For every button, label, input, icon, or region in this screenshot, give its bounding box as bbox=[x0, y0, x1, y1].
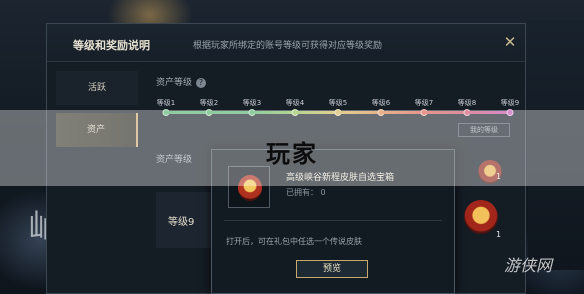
level-tick-label: 等级8 bbox=[457, 99, 477, 107]
reward-chest-icon[interactable] bbox=[464, 200, 498, 234]
dialog-title: 等级和奖励说明 bbox=[73, 39, 150, 52]
item-description: 打开后，可在礼包中任选一个传说皮肤 bbox=[226, 237, 362, 246]
level-tick-label: 等级4 bbox=[285, 99, 305, 107]
preview-button[interactable]: 预览 bbox=[296, 260, 368, 278]
asset-level-heading: 资产等级? bbox=[156, 75, 207, 88]
level-card-label: 等级9 bbox=[168, 217, 195, 228]
level-tick-label: 等级6 bbox=[371, 99, 391, 107]
item-owned-count: 已拥有： 0 bbox=[286, 188, 326, 197]
watermark-banner: 玩家 bbox=[0, 110, 584, 186]
level-tick-label: 等级3 bbox=[242, 99, 262, 107]
level-tick-label: 等级1 bbox=[156, 99, 176, 107]
dialog-header: 等级和奖励说明 根据玩家所绑定的账号等级可获得对应等级奖励 ✕ bbox=[47, 24, 525, 62]
divider bbox=[224, 220, 442, 221]
banner-text: 玩家 bbox=[266, 140, 318, 168]
level-tick-label: 等级5 bbox=[328, 99, 348, 107]
help-icon[interactable]: ? bbox=[196, 77, 207, 88]
tab-active[interactable]: 活跃 bbox=[56, 71, 138, 105]
site-watermark: 游侠网 bbox=[504, 256, 553, 275]
dialog-subtitle: 根据玩家所绑定的账号等级可获得对应等级奖励 bbox=[193, 41, 383, 51]
level-tick-label: 等级2 bbox=[199, 99, 219, 107]
level-tick-label: 等级9 bbox=[500, 99, 520, 107]
asset-level-label: 资产等级 bbox=[156, 78, 193, 88]
close-icon[interactable]: ✕ bbox=[501, 33, 519, 51]
reward-count: 1 bbox=[496, 230, 502, 239]
level-tick-label: 等级7 bbox=[414, 99, 434, 107]
